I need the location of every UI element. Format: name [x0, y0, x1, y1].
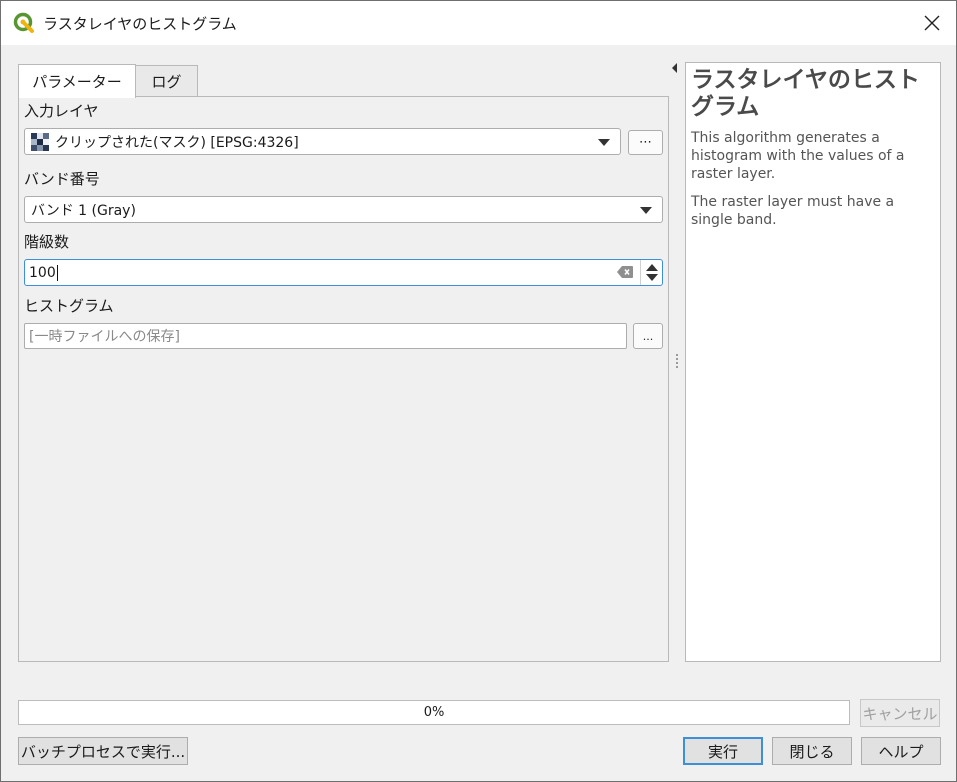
chevron-down-icon: [640, 207, 652, 214]
progress-text: 0%: [423, 705, 445, 720]
cancel-button[interactable]: キャンセル: [860, 699, 940, 727]
band-value: バンド 1 (Gray): [31, 202, 136, 219]
input-layer-combobox[interactable]: クリップされた(マスク) [EPSG:4326]: [24, 128, 621, 155]
window-title: ラスタレイヤのヒストグラム: [43, 15, 237, 33]
histogram-browse-button[interactable]: ...: [633, 323, 663, 349]
splitter-handle[interactable]: [676, 354, 678, 370]
help-title: ラスタレイヤのヒストグラム: [691, 67, 920, 120]
help-paragraph: This algorithm generates a histogram wit…: [691, 130, 905, 182]
input-layer-label: 入力レイヤ: [24, 102, 99, 120]
window-close-button[interactable]: [909, 1, 955, 45]
bins-stepper[interactable]: [640, 260, 662, 285]
band-combobox[interactable]: バンド 1 (Gray): [24, 196, 663, 223]
close-icon: [924, 15, 940, 31]
dialog-window: ラスタレイヤのヒストグラム パラメーター ログ 入力レイヤ クリップされた(マス…: [0, 0, 957, 782]
batch-process-button[interactable]: バッチプロセスで実行...: [18, 737, 188, 765]
chevron-down-icon: [598, 139, 610, 146]
tab-parameters[interactable]: パラメーター: [18, 64, 136, 98]
help-paragraph: The raster layer must have a single band…: [691, 194, 895, 228]
tab-parameters-label: パラメーター: [32, 73, 122, 91]
bins-label: 階級数: [24, 233, 70, 251]
progress-bar: 0%: [18, 700, 850, 725]
tab-log-label: ログ: [151, 73, 182, 91]
text-caret: [56, 264, 58, 281]
histogram-placeholder: [一時ファイルへの保存]: [29, 329, 180, 345]
histogram-output-input[interactable]: [一時ファイルへの保存]: [24, 323, 627, 349]
spin-up-icon[interactable]: [646, 264, 658, 271]
bins-spinbox[interactable]: 100: [24, 259, 663, 286]
clear-icon[interactable]: [617, 266, 633, 278]
raster-layer-icon: [31, 132, 49, 151]
spin-down-icon[interactable]: [646, 274, 658, 281]
band-label: バンド番号: [24, 170, 100, 188]
help-button[interactable]: ヘルプ: [861, 737, 941, 765]
run-button[interactable]: 実行: [683, 737, 763, 765]
parameters-panel: [18, 96, 669, 662]
collapse-arrow-icon[interactable]: [672, 63, 677, 73]
input-layer-browse-button[interactable]: ⋯: [628, 130, 663, 155]
help-panel: ラスタレイヤのヒストグラム This algorithm generates a…: [685, 62, 941, 662]
tab-log[interactable]: ログ: [135, 65, 198, 97]
histogram-label: ヒストグラム: [24, 297, 114, 315]
close-button[interactable]: 閉じる: [772, 737, 852, 765]
qgis-logo-icon: [13, 12, 34, 33]
input-layer-value: クリップされた(マスク) [EPSG:4326]: [55, 134, 299, 151]
title-bar: ラスタレイヤのヒストグラム: [1, 1, 956, 45]
bins-value: 100: [29, 264, 56, 281]
